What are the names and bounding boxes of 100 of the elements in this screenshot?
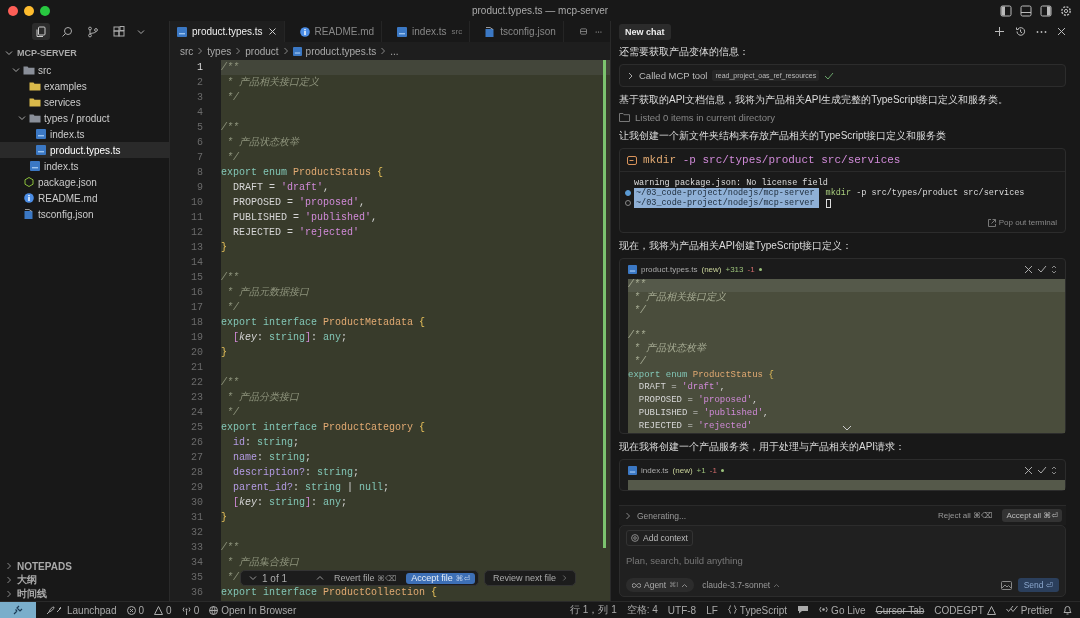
explorer-tab[interactable] (32, 23, 50, 40)
file-tree-item[interactable]: services (0, 94, 169, 110)
chat-input[interactable]: Plan, search, build anything (626, 550, 1059, 570)
breadcrumb[interactable]: product (245, 45, 279, 57)
breadcrumb[interactable]: types (207, 45, 232, 57)
extensions-tab[interactable] (110, 23, 128, 40)
panel-toggle-icon[interactable] (1020, 4, 1032, 17)
close-icon[interactable] (267, 27, 277, 36)
code-line: } (221, 347, 227, 358)
removed-count: -1 (747, 264, 755, 274)
expand-icon[interactable] (1051, 465, 1057, 475)
history-icon[interactable] (1015, 26, 1026, 37)
folder-icon (619, 113, 630, 122)
revert-file-button[interactable]: Revert file ⌘⌫ (329, 572, 402, 584)
status-item[interactable]: 0 (154, 604, 172, 616)
status-item[interactable]: 行 1，列 1 (570, 603, 617, 617)
status-item[interactable]: Prettier (1005, 604, 1053, 616)
extensions-icon (113, 25, 125, 38)
status-item[interactable]: CODEGPT (934, 604, 996, 616)
code-line: */ (226, 152, 239, 163)
reject-icon[interactable] (1024, 465, 1033, 475)
editor-tab[interactable]: product.types.ts (170, 21, 285, 42)
code-line: [key: string]: any; (232, 497, 348, 508)
chat-tab[interactable]: New chat (619, 23, 671, 40)
file-tree-item[interactable]: README.md (0, 190, 169, 206)
sidebar-toggle-icon[interactable] (1000, 4, 1012, 17)
editor-tab[interactable]: index.ts src (390, 21, 471, 42)
review-next-file-button[interactable]: Review next file (484, 570, 577, 586)
secondary-sidebar-toggle-icon[interactable] (1040, 4, 1052, 17)
file-name: types / product (44, 112, 110, 124)
folder-icon (29, 97, 41, 107)
line-number: 21 (190, 361, 204, 375)
status-item[interactable]: Go Live (819, 604, 866, 616)
accept-check-icon[interactable] (1037, 466, 1047, 474)
chevron-down-icon[interactable] (249, 574, 257, 582)
pop-out-terminal-link[interactable]: Pop out terminal (987, 218, 1057, 227)
editor-tab[interactable]: tsconfig.json (478, 21, 564, 42)
breadcrumb[interactable]: ... (390, 45, 399, 57)
editor-tab[interactable]: README.md (292, 21, 383, 42)
status-item[interactable]: LF (706, 604, 718, 616)
split-editor-icon[interactable] (579, 26, 587, 37)
status-item[interactable] (1063, 605, 1072, 615)
file-tree-item[interactable]: examples (0, 78, 169, 94)
expand-icon[interactable] (1051, 264, 1057, 274)
file-tree-item[interactable]: index.ts (0, 158, 169, 174)
plus-icon[interactable] (994, 26, 1005, 37)
breadcrumb[interactable]: src (180, 45, 194, 57)
breadcrumb[interactable]: product.types.ts (305, 45, 377, 57)
line-number: 25 (190, 421, 204, 435)
diff-file-name: product.types.ts (641, 264, 698, 274)
line-number: 7 (196, 151, 204, 165)
minimize-window-button[interactable] (24, 5, 34, 16)
feedback-icon (797, 605, 810, 615)
file-tree-item[interactable]: src (0, 62, 169, 78)
chevron-up-icon[interactable] (316, 574, 325, 582)
side-panel-header[interactable]: 大纲 (0, 573, 169, 587)
accept-check-icon[interactable] (1037, 265, 1047, 273)
chevron-down-icon[interactable] (841, 425, 852, 431)
send-button[interactable]: Send ⏎ (1017, 578, 1059, 592)
file-tree-item[interactable]: package.json (0, 174, 169, 190)
file-tree-item[interactable]: product.types.ts (0, 142, 169, 158)
status-item[interactable] (797, 605, 810, 615)
accept-file-button[interactable]: Accept file ⌘⏎ (406, 572, 476, 584)
code-line: * 产品集合接口 (226, 557, 299, 568)
code-line: */ (633, 305, 646, 316)
file-tree-item[interactable]: tsconfig.json (0, 206, 169, 222)
reject-icon[interactable] (1024, 264, 1033, 274)
close-window-button[interactable] (8, 5, 18, 16)
code-line: name: string; (232, 452, 312, 463)
image-icon[interactable] (1000, 580, 1012, 590)
accept-all-button[interactable]: Accept all ⌘⏎ (1002, 509, 1062, 522)
code-line: export enum ProductStatus { (221, 167, 384, 178)
code-line: } (221, 512, 227, 523)
code-line: */ (226, 407, 239, 418)
side-panel-header[interactable]: NOTEPADS (0, 559, 169, 573)
add-context-button[interactable]: Add context (626, 530, 693, 546)
status-item[interactable]: TypeScript (727, 604, 788, 616)
status-item[interactable]: 0 (181, 604, 200, 616)
status-item[interactable]: Open In Browser (209, 604, 297, 616)
status-item[interactable]: Launchpad (46, 604, 117, 616)
close-icon[interactable] (1057, 27, 1066, 36)
maximize-window-button[interactable] (40, 5, 50, 16)
chat-message: 让我创建一个新文件夹结构来存放产品相关的TypeScript接口定义和服务类 (619, 129, 948, 142)
status-item[interactable]: 空格: 4 (626, 603, 658, 617)
code-line: id: string; (232, 437, 300, 448)
more-icon[interactable] (1036, 29, 1047, 34)
file-tree-item[interactable]: index.ts (0, 126, 169, 142)
ts-file-icon (292, 46, 302, 56)
added-count: +1 (696, 465, 706, 475)
file-name: README.md (38, 192, 98, 204)
settings-icon[interactable] (1060, 4, 1072, 17)
file-tree-item[interactable]: types / product (0, 110, 169, 126)
reject-all-button[interactable]: Reject all ⌘⌫ (933, 509, 997, 522)
chevron-icon[interactable] (5, 49, 13, 57)
chevron-up-icon (773, 582, 781, 588)
status-item[interactable]: UTF-8 (667, 604, 697, 616)
side-panel-header[interactable]: 时间线 (0, 587, 169, 601)
ts-file-icon (29, 161, 41, 171)
status-item[interactable]: 0 (126, 604, 145, 616)
model-selector[interactable]: claude-3.7-sonnet (700, 578, 783, 592)
